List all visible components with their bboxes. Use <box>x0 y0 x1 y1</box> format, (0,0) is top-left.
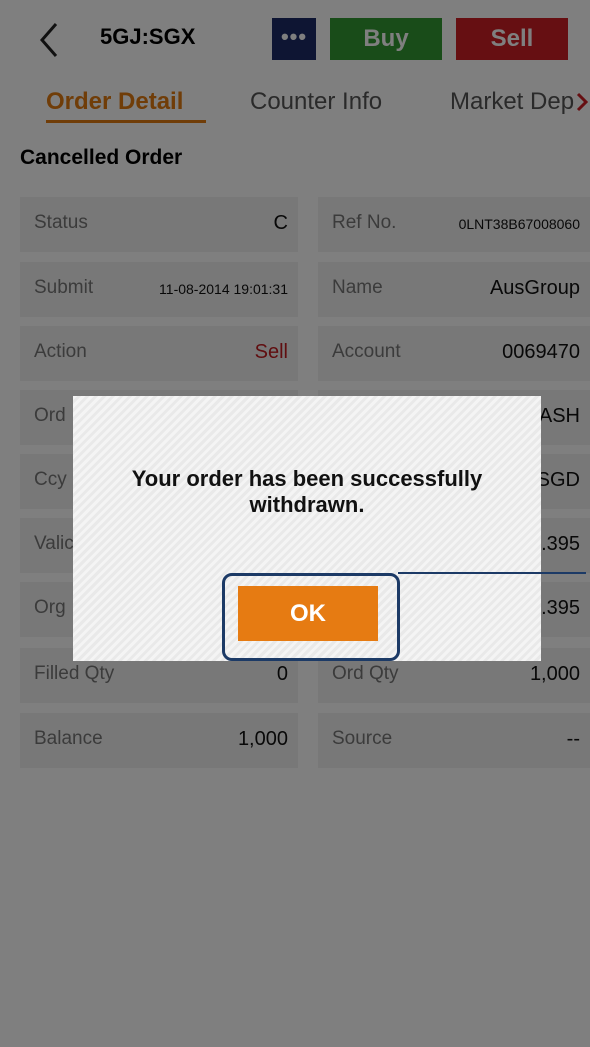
order-detail-screen: 5GJ:SGX ••• Buy Sell Order Detail Counte… <box>0 0 590 1047</box>
highlight-connector-line <box>398 572 586 574</box>
